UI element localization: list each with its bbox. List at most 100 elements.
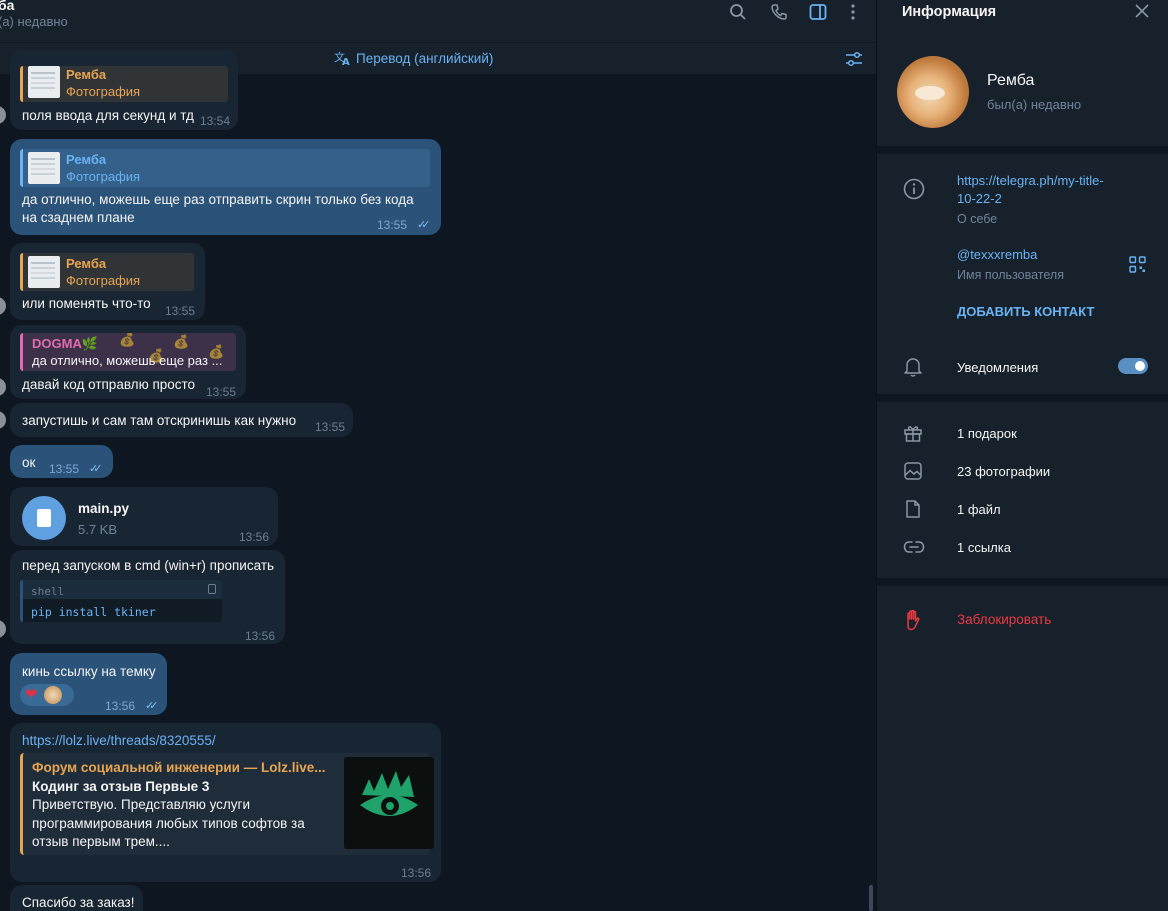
read-checks-icon: ✓✓ [89, 463, 103, 475]
divider [877, 578, 1168, 586]
message-bubble[interactable]: Ремба Фотография поля ввода для секунд и… [10, 50, 238, 130]
message-text: давай код отправлю просто [22, 377, 196, 392]
translate-button[interactable]: 文 A Перевод (английский) [334, 50, 493, 66]
message-bubble[interactable]: 💰 💰 💰 💰 DOGMA🌿 да отлично, можешь еще ра… [10, 325, 246, 399]
username[interactable]: @texxxremba [957, 247, 1037, 262]
message-time: 13:56 [401, 866, 432, 880]
reactor-avatar [44, 686, 62, 704]
files-item[interactable]: 1 файл [957, 502, 1001, 517]
reply-preview[interactable]: Ремба Фотография [20, 149, 430, 187]
reply-thumbnail [28, 256, 60, 288]
eye-logo-icon [360, 771, 418, 816]
message-link[interactable]: https://lolz.live/threads/8320555/ [22, 732, 216, 750]
close-icon[interactable] [1133, 2, 1151, 20]
message-time: 13:56 [245, 629, 276, 643]
code-language: shell [23, 580, 222, 599]
link-icon [903, 541, 925, 553]
message-time: 13:55 [315, 420, 346, 434]
message-time: 13:55 [377, 218, 408, 232]
translate-label: Перевод (английский) [356, 51, 494, 66]
pattern-icon: 💰 [119, 333, 136, 347]
code-block[interactable]: shell pip install tkiner [20, 580, 222, 622]
file-name: main.py [78, 501, 130, 516]
reply-author: Ремба [66, 152, 107, 167]
read-checks-icon: ✓✓ [145, 700, 159, 712]
message-text: да отлично, можешь еще раз отправить скр… [22, 192, 414, 207]
links-item[interactable]: 1 ссылка [957, 540, 1011, 555]
profile-name: Ремба [987, 72, 1035, 89]
notifications-toggle[interactable] [1118, 358, 1148, 374]
add-contact-button[interactable]: ДОБАВИТЬ КОНТАКТ [957, 304, 1094, 319]
reply-type: Фотография [66, 273, 141, 288]
reply-preview[interactable]: Ремба Фотография [20, 66, 228, 102]
code-text: pip install tkiner [31, 605, 156, 619]
link-preview[interactable]: Форум социальной инженерии — Lolz.live..… [20, 753, 434, 855]
message-text: запустишь и сам там отскринишь как нужно [22, 413, 297, 428]
file-icon [906, 500, 920, 518]
gifts-item[interactable]: 1 подарок [957, 426, 1017, 441]
file-icon[interactable] [22, 496, 66, 540]
chat-title: ба [0, 0, 15, 13]
reply-thumbnail [28, 152, 60, 184]
message-time: 13:54 [200, 114, 231, 128]
preview-site: Форум социальной инженерии — Lolz.live..… [32, 760, 326, 775]
photo-icon [904, 462, 922, 480]
sender-avatar[interactable] [0, 106, 6, 124]
sender-avatar[interactable] [0, 411, 6, 429]
message-bubble[interactable]: Ремба Фотография да отлично, можешь еще … [10, 139, 441, 235]
pattern-icon: 💰 [173, 334, 190, 349]
divider [877, 146, 1168, 154]
preview-image [344, 757, 434, 849]
gift-icon [904, 426, 922, 442]
preview-title: Кодинг за отзыв Первые 3 [32, 779, 210, 794]
notifications-label: Уведомления [957, 360, 1039, 375]
message-text: кинь ссылку на темку [22, 664, 156, 679]
message-text: поля ввода для секунд и тд [22, 108, 194, 123]
chat-header[interactable]: ба (а) недавно [0, 0, 876, 42]
reply-preview[interactable]: Ремба Фотография [20, 253, 194, 291]
sender-avatar[interactable] [0, 297, 6, 315]
svg-text:A: A [342, 57, 350, 66]
reply-thumbnail [28, 66, 60, 98]
chat-status: (а) недавно [0, 14, 68, 29]
message-bubble[interactable]: кинь ссылку на темку ❤ 13:56 ✓✓ [10, 653, 167, 715]
sidebar-toggle-icon[interactable] [809, 3, 827, 21]
message-bubble[interactable]: Спасибо за заказ! [10, 885, 143, 911]
heart-reaction-icon: ❤ [25, 686, 38, 703]
block-button[interactable]: Заблокировать [957, 612, 1051, 627]
message-bubble[interactable]: запустишь и сам там отскринишь как нужно… [10, 403, 353, 437]
profile-status: был(а) недавно [987, 97, 1082, 112]
message-bubble[interactable]: https://lolz.live/threads/8320555/ Форум… [10, 723, 441, 882]
message-time: 13:55 [206, 385, 237, 399]
message-bubble[interactable]: ок 13:55 ✓✓ [10, 445, 113, 478]
message-time: 13:56 [239, 530, 270, 544]
reply-type: Фотография [66, 169, 141, 184]
profile-avatar[interactable] [897, 56, 969, 128]
photos-item[interactable]: 23 фотографии [957, 464, 1050, 479]
message-bubble[interactable]: Ремба Фотография или поменять что-то 13:… [10, 243, 205, 320]
sender-avatar[interactable] [0, 620, 6, 638]
bio-label: О себе [957, 212, 998, 226]
chat-scrollbar[interactable] [869, 885, 873, 911]
copy-icon[interactable] [208, 584, 216, 594]
reply-preview[interactable]: 💰 💰 💰 💰 DOGMA🌿 да отлично, можешь еще ра… [20, 333, 236, 371]
qr-code-icon[interactable] [1129, 256, 1146, 273]
info-icon [903, 178, 925, 200]
block-hand-icon [907, 609, 920, 631]
message-bubble[interactable]: перед запуском в cmd (win+r) прописать s… [10, 550, 285, 644]
sender-avatar[interactable] [0, 378, 6, 396]
file-message[interactable]: main.py 5.7 KB 13:56 [10, 487, 278, 546]
message-time: 13:55 [165, 304, 196, 318]
translate-settings-icon[interactable] [845, 50, 863, 68]
divider [877, 394, 1168, 402]
search-icon[interactable] [729, 3, 747, 21]
bio-link[interactable]: https://telegra.ph/my-title-10-22-2 [957, 172, 1117, 208]
reaction-chip[interactable]: ❤ [20, 684, 74, 706]
preview-description: Приветствую. Представляю услуги программ… [32, 797, 305, 849]
message-time: 13:56 [105, 699, 136, 713]
more-menu-icon[interactable] [844, 3, 862, 21]
message-text: или поменять что-то [22, 296, 151, 311]
phone-icon[interactable] [770, 3, 788, 21]
message-text: на сзаднем плане [22, 210, 135, 225]
read-checks-icon: ✓✓ [417, 219, 431, 231]
